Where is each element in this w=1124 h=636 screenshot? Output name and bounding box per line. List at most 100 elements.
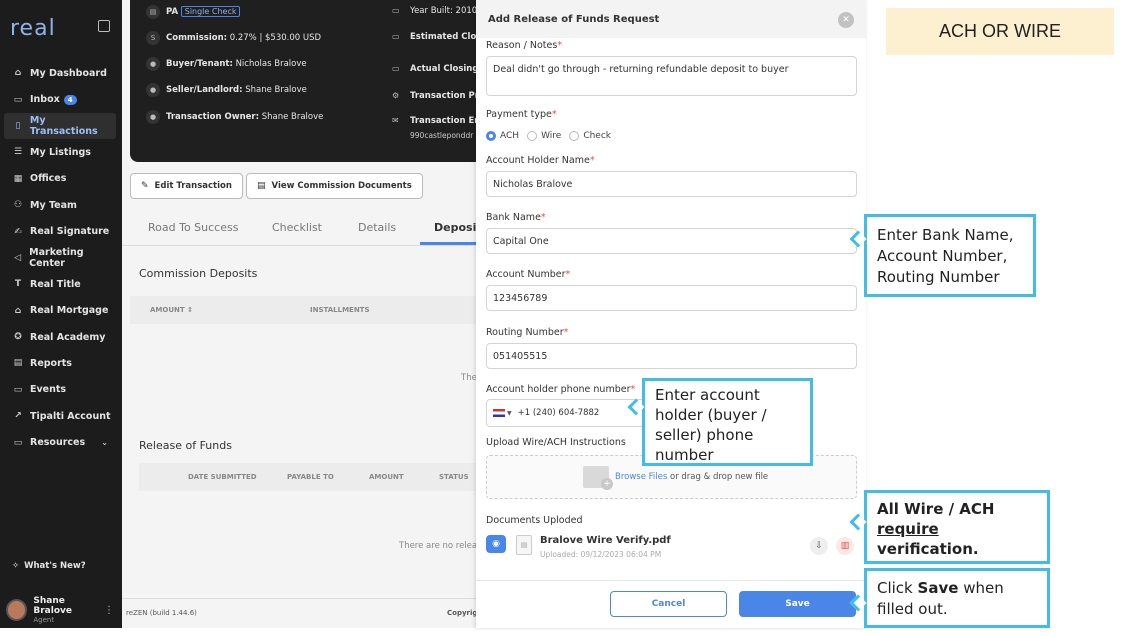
sidebar-item-signature[interactable]: ✍ Real Signature xyxy=(4,218,116,244)
offices-icon: ▦ xyxy=(13,173,23,184)
avatar xyxy=(6,599,28,621)
real-logo[interactable]: real xyxy=(10,16,56,41)
collapse-sidebar-icon[interactable] xyxy=(98,20,110,32)
pencil-icon: ✎ xyxy=(141,181,149,191)
chevron-down-icon[interactable]: ▼ xyxy=(507,410,512,417)
upload-label: Upload Wire/ACH Instructions xyxy=(486,437,626,448)
release-of-funds-header: DATE SUBMITTED PAYABLE TO AMOUNT STATUS xyxy=(139,463,476,491)
reports-icon: ▤ xyxy=(13,358,23,369)
transaction-email: ✉ Transaction Ema xyxy=(392,116,489,126)
radio-check-label[interactable]: Check xyxy=(583,131,611,141)
sparkle-icon: ✧ xyxy=(12,561,20,571)
home-icon: ⌂ xyxy=(14,68,22,79)
sidebar-item-label: My Team xyxy=(30,199,77,211)
tabs-divider xyxy=(122,245,476,246)
account-number-input[interactable]: 123456789 xyxy=(486,285,857,311)
dollar-icon: S xyxy=(146,31,160,45)
user-info: Shane Bralove Agent xyxy=(33,596,104,624)
sidebar-item-events[interactable]: ▭ Events xyxy=(4,377,116,403)
sidebar-item-dashboard[interactable]: ⌂ My Dashboard xyxy=(4,60,116,86)
radio-wire[interactable] xyxy=(527,131,538,141)
sidebar-item-offices[interactable]: ▦ Offices xyxy=(4,166,116,192)
document-icon: ▤ xyxy=(146,5,160,19)
transaction-email-value[interactable]: 990castleponddr xyxy=(410,131,473,140)
sidebar-item-label: Marketing Center xyxy=(29,246,84,269)
sidebar-item-tipalti[interactable]: ↗ Tipalti Account xyxy=(4,403,116,429)
routing-number-input[interactable]: 051405515 xyxy=(486,343,857,369)
callout-text: require xyxy=(877,520,939,538)
commission-empty-text: The xyxy=(461,373,477,383)
sidebar-item-label: My Dashboard xyxy=(30,67,107,79)
radio-check[interactable] xyxy=(569,131,580,141)
sidebar-item-label: Inbox xyxy=(30,94,60,106)
title-icon: T xyxy=(14,279,22,290)
sidebar-item-label: Offices xyxy=(30,173,67,185)
screenshot-root: real ⌂ My Dashboard ▭ Inbox 4 ▯ My Transacti… xyxy=(0,0,1124,636)
document-upload-date: Uploaded: 09/12/2023 06:04 PM xyxy=(540,550,662,559)
browse-files-link[interactable]: Browse Files xyxy=(615,472,667,482)
radio-ach[interactable] xyxy=(486,131,496,141)
sidebar-item-academy[interactable]: ✪ Real Academy xyxy=(4,324,116,350)
sidebar-item-label: Real Title xyxy=(30,278,81,290)
view-commission-documents-button[interactable]: ▤ View Commission Documents xyxy=(246,173,423,199)
documents-uploaded-label: Documents Uploded xyxy=(486,515,583,526)
user-profile[interactable]: Shane Bralove Agent ⋮ xyxy=(6,596,118,624)
transactions-icon: ▯ xyxy=(15,120,21,131)
listings-icon: ☰ xyxy=(13,147,23,158)
modal-title: Add Release of Funds Request xyxy=(488,14,660,25)
trash-icon[interactable]: ▥ xyxy=(836,537,854,555)
us-flag-icon[interactable] xyxy=(493,409,505,417)
file-icon: ▤ xyxy=(516,535,532,555)
edit-transaction-button[interactable]: ✎ Edit Transaction xyxy=(130,173,243,199)
sidebar-item-listings[interactable]: ☰ My Listings xyxy=(4,139,116,165)
download-icon[interactable]: ⇩ xyxy=(810,537,828,555)
radio-wire-label[interactable]: Wire xyxy=(541,131,561,141)
tab-details[interactable]: Details xyxy=(358,221,396,234)
sidebar-item-resources[interactable]: ▭ Resources ⌄ xyxy=(4,429,116,455)
calendar-icon: ▭ xyxy=(392,32,400,41)
more-options-icon[interactable]: ⋮ xyxy=(104,605,114,616)
bank-name-input[interactable]: Capital One xyxy=(486,228,857,254)
calendar-icon: ▭ xyxy=(13,384,23,395)
whats-new-link[interactable]: ✧ What's New? xyxy=(12,561,86,571)
account-holder-label: Account Holder Name* xyxy=(486,155,595,166)
cancel-button[interactable]: Cancel xyxy=(610,591,727,617)
column-amount[interactable]: AMOUNT ⇕ xyxy=(150,306,193,314)
sidebar-item-transactions[interactable]: ▯ My Transactions xyxy=(4,112,116,140)
pa-label: PA xyxy=(166,7,179,17)
sidebar-item-team[interactable]: ⚇ My Team xyxy=(4,192,116,218)
sidebar-item-inbox[interactable]: ▭ Inbox 4 xyxy=(4,86,116,112)
user-name: Shane Bralove xyxy=(33,596,72,616)
calendar-icon: ▭ xyxy=(392,64,400,73)
payment-type-label: Payment type* xyxy=(486,109,557,120)
megaphone-icon: ◁ xyxy=(14,252,22,263)
tab-road-to-success[interactable]: Road To Success xyxy=(148,221,238,234)
transaction-type-row: ▤ PA Single Check xyxy=(146,5,241,19)
page-footer: reZEN (build 1.44.6) Copyright xyxy=(122,598,486,628)
column-installments: INSTALLMENTS xyxy=(310,306,370,314)
document-name: Bralove Wire Verify.pdf xyxy=(540,535,671,546)
sidebar-item-mortgage[interactable]: ⌂ Real Mortgage xyxy=(4,298,116,324)
sidebar-item-label: Events xyxy=(30,384,67,396)
tab-checklist[interactable]: Checklist xyxy=(272,221,322,234)
transaction-page: ▤ PA Single Check S Commission: 0.27% | $5… xyxy=(122,0,491,628)
save-button[interactable]: Save xyxy=(739,591,856,617)
sidebar-item-reports[interactable]: ▤ Reports xyxy=(4,350,116,376)
callout-text: All Wire / ACH xyxy=(877,500,995,518)
reason-notes-textarea[interactable]: Deal didn't go through - returning refun… xyxy=(486,56,857,96)
tab-deposits[interactable]: Deposit xyxy=(434,221,482,234)
commission-deposits-header: AMOUNT ⇕ INSTALLMENTS xyxy=(130,296,476,324)
close-icon[interactable]: ✕ xyxy=(838,12,854,28)
sidebar-item-label: Reports xyxy=(30,357,72,369)
callout-text-bold: Save xyxy=(917,579,959,597)
sidebar-item-title[interactable]: T Real Title xyxy=(4,271,116,297)
sidebar-item-label: My Listings xyxy=(30,146,91,158)
calendar-icon: ▭ xyxy=(392,6,400,15)
eye-icon[interactable]: ◉ xyxy=(486,535,506,553)
external-link-icon: ↗ xyxy=(14,411,22,422)
sidebar-item-marketing[interactable]: ◁ Marketing Center xyxy=(4,245,116,271)
radio-ach-label[interactable]: ACH xyxy=(500,131,519,141)
account-holder-input[interactable]: Nicholas Bralove xyxy=(486,171,857,197)
person-icon: ● xyxy=(146,57,160,71)
reason-label: Reason / Notes* xyxy=(486,40,563,51)
